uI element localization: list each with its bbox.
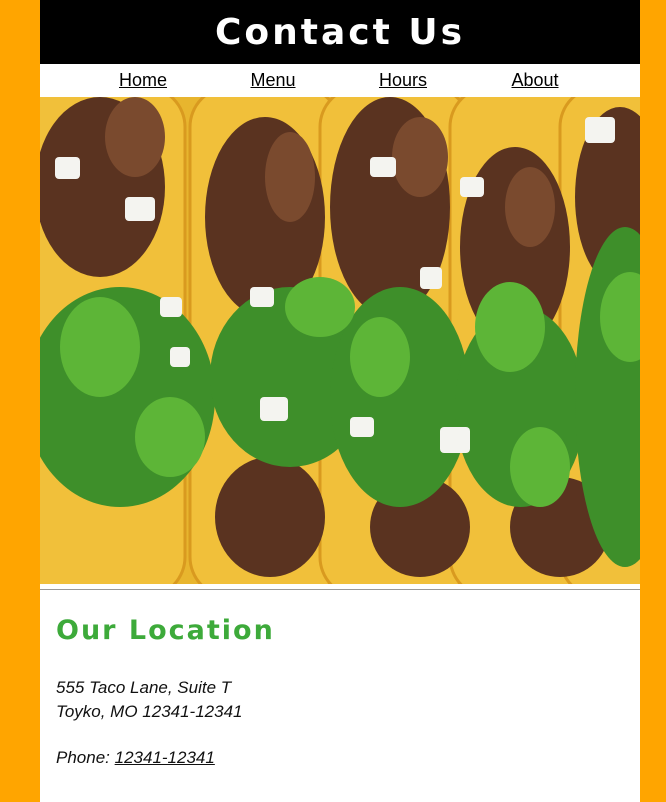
address-line-1: 555 Taco Lane, Suite T [56,678,232,697]
tacos-hero-image [40,97,640,584]
nav-home-link[interactable]: Home [119,70,167,91]
nav-menu-link[interactable]: Menu [250,70,295,91]
site-header: Contact Us [40,0,640,64]
phone-link[interactable]: 12341-12341 [115,748,215,767]
section-divider [40,589,640,590]
main-nav: Home Menu Hours About [40,64,640,97]
phone-label: Phone: [56,748,110,767]
address-block: 555 Taco Lane, Suite T Toyko, MO 12341-1… [56,676,624,724]
nav-about-link[interactable]: About [511,70,558,91]
page-title: Contact Us [214,11,466,53]
phone-row: Phone: 12341-12341 [56,748,624,768]
nav-hours-link[interactable]: Hours [379,70,427,91]
location-section: Our Location 555 Taco Lane, Suite T Toyk… [56,615,624,768]
page-container: Contact Us Home Menu Hours About Our Loc… [40,0,640,802]
location-heading: Our Location [56,615,275,646]
address-line-2: Toyko, MO 12341-12341 [56,702,243,721]
